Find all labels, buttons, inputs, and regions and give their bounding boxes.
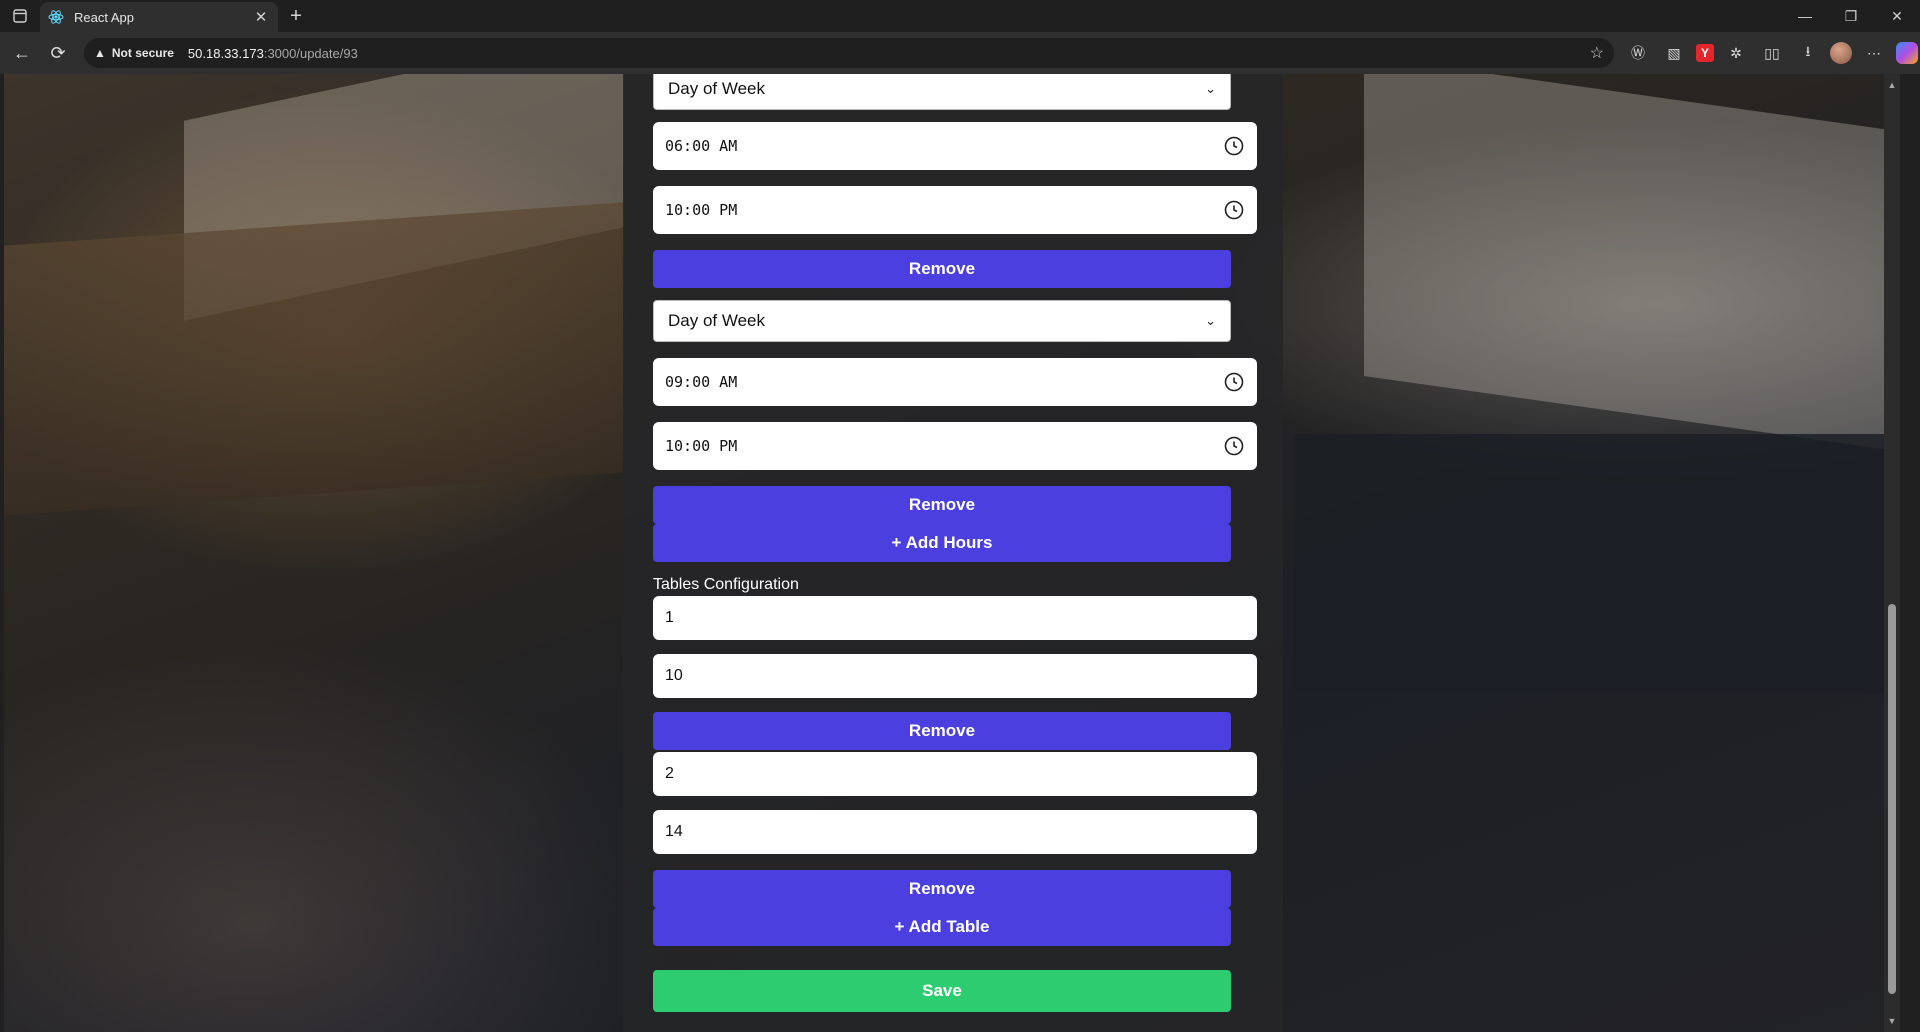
- url-host: 50.18.33.173: [187, 45, 264, 61]
- tab-actions-icon[interactable]: [0, 0, 40, 32]
- scrollbar-thumb[interactable]: [1888, 604, 1896, 994]
- page-viewport: Day of Week ⌄ 06:00 AM 10:00 PM Remove D…: [4, 74, 1900, 1032]
- warning-icon: ▲: [94, 46, 106, 60]
- extensions-puzzle-icon[interactable]: ✲: [1722, 39, 1750, 67]
- clock-icon[interactable]: [1223, 135, 1245, 157]
- extension-s-icon[interactable]: ▧: [1660, 39, 1688, 67]
- address-bar[interactable]: ▲ Not secure 50.18.33.173:3000/update/93…: [84, 38, 1614, 68]
- tables-configuration-label: Tables Configuration: [653, 576, 799, 593]
- chevron-down-icon: ⌄: [1205, 313, 1216, 328]
- extension-w-icon[interactable]: Ⓦ: [1624, 39, 1652, 67]
- table-capacity-input[interactable]: 14: [653, 810, 1257, 854]
- page-scrollbar[interactable]: ▲ ▼: [1884, 74, 1900, 1032]
- new-tab-button[interactable]: +: [278, 5, 314, 28]
- copilot-icon[interactable]: [1896, 42, 1918, 64]
- react-logo-icon: [48, 9, 64, 25]
- split-screen-icon[interactable]: ▯▯: [1758, 39, 1786, 67]
- clock-icon[interactable]: [1223, 435, 1245, 457]
- remove-table-button[interactable]: Remove: [653, 870, 1231, 908]
- remove-table-button[interactable]: Remove: [653, 712, 1231, 750]
- extension-y-icon[interactable]: Y: [1696, 44, 1714, 62]
- close-window-icon[interactable]: ✕: [1874, 0, 1920, 32]
- remove-hours-button[interactable]: Remove: [653, 250, 1231, 288]
- add-table-button[interactable]: + Add Table: [653, 908, 1231, 946]
- clock-icon[interactable]: [1223, 199, 1245, 221]
- close-time-input[interactable]: 10:00 PM: [653, 422, 1257, 470]
- close-time-input[interactable]: 10:00 PM: [653, 186, 1257, 234]
- browser-tab[interactable]: React App ✕: [40, 2, 278, 32]
- day-of-week-select[interactable]: Day of Week ⌄: [653, 74, 1231, 110]
- open-time-input[interactable]: 06:00 AM: [653, 122, 1257, 170]
- tab-title: React App: [74, 9, 134, 25]
- update-form: Day of Week ⌄ 06:00 AM 10:00 PM Remove D…: [623, 74, 1283, 1032]
- back-arrow-icon[interactable]: ←: [4, 35, 40, 71]
- add-hours-button[interactable]: + Add Hours: [653, 524, 1231, 562]
- save-button[interactable]: Save: [653, 970, 1231, 1012]
- minimize-icon[interactable]: —: [1782, 0, 1828, 32]
- remove-hours-button[interactable]: Remove: [653, 486, 1231, 524]
- url-path: :3000/update/93: [263, 45, 358, 61]
- favorite-star-icon[interactable]: ☆: [1590, 43, 1604, 63]
- day-of-week-select[interactable]: Day of Week ⌄: [653, 300, 1231, 342]
- security-label: Not secure: [111, 46, 174, 60]
- reload-icon[interactable]: ⟳: [40, 35, 76, 71]
- clock-icon[interactable]: [1223, 371, 1245, 393]
- chevron-down-icon: ⌄: [1205, 81, 1216, 96]
- browser-tab-bar: React App ✕ + — ❐ ✕: [0, 0, 1920, 32]
- more-menu-icon[interactable]: ⋯: [1860, 39, 1888, 67]
- scroll-down-icon[interactable]: ▼: [1884, 1014, 1900, 1028]
- profile-avatar[interactable]: [1830, 42, 1852, 64]
- downloads-icon[interactable]: ⭳: [1794, 39, 1822, 67]
- extensions-area: Ⓦ ▧ Y ✲ ▯▯ ⭳ ⋯: [1624, 39, 1918, 67]
- scroll-up-icon[interactable]: ▲: [1884, 78, 1900, 92]
- window-controls: — ❐ ✕: [1782, 0, 1920, 32]
- close-tab-icon[interactable]: ✕: [252, 8, 270, 26]
- restore-icon[interactable]: ❐: [1828, 0, 1874, 32]
- security-indicator[interactable]: ▲ Not secure: [94, 46, 174, 60]
- table-number-input[interactable]: 1: [653, 596, 1257, 640]
- browser-toolbar: ← ⟳ ▲ Not secure 50.18.33.173:3000/updat…: [0, 32, 1920, 74]
- open-time-input[interactable]: 09:00 AM: [653, 358, 1257, 406]
- table-capacity-input[interactable]: 10: [653, 654, 1257, 698]
- table-number-input[interactable]: 2: [653, 752, 1257, 796]
